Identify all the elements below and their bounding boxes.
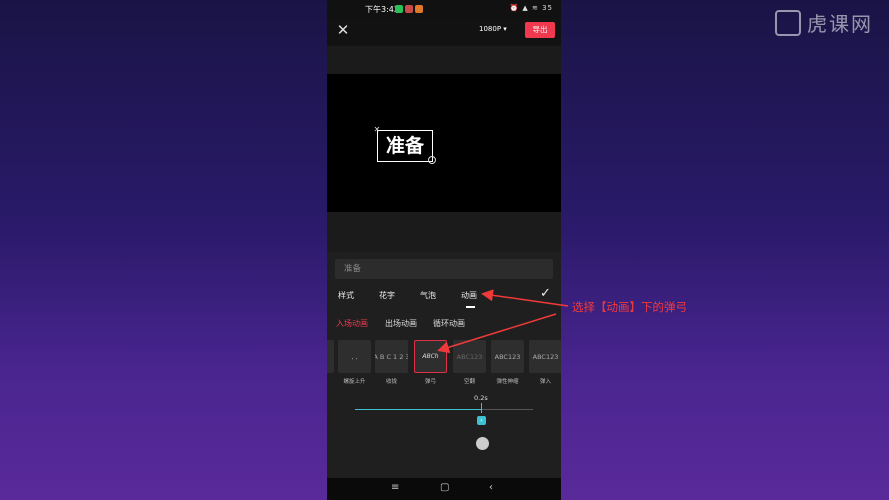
animation-list: 3 , , 螺旋上升 A B C 1 2 3 收拢 ABCh 弹弓 ABC123… (327, 340, 561, 388)
subtab-loop-animation[interactable]: 循环动画 (433, 318, 465, 329)
duration-value: 0.2s (474, 394, 488, 402)
app-notification-icon (395, 5, 403, 13)
status-bar: 下午3:42 ⏰ ▲ ≋ 35 (327, 0, 561, 18)
animation-name: 收拢 (385, 379, 397, 385)
preview-padding-top (327, 46, 561, 74)
duration-slider-fill (355, 409, 481, 410)
tab-style[interactable]: 样式 (338, 290, 354, 301)
status-indicators: ⏰ ▲ ≋ 35 (509, 4, 553, 12)
status-time: 下午3:42 (365, 5, 399, 14)
export-button[interactable]: 导出 (525, 22, 555, 38)
animation-card[interactable]: ABC123 (529, 340, 561, 373)
animation-name: 弹性伸缩 (496, 379, 519, 385)
top-bar: ✕ 1080P ▾ 导出 (327, 18, 561, 46)
animation-card[interactable]: , , (338, 340, 371, 373)
canvas-text-box[interactable]: 准备 (377, 130, 433, 162)
edit-tabs: 样式 花字 气泡 动画 (327, 288, 561, 308)
app-notification-icon (415, 5, 423, 13)
animation-name: 螺旋上升 (343, 379, 366, 385)
duration-slider-pin (481, 403, 482, 413)
animation-card[interactable]: A B C 1 2 3 (375, 340, 408, 373)
text-input[interactable]: 准备 (335, 259, 553, 279)
system-nav-bar: ≡ ▢ ‹ (327, 478, 561, 500)
check-icon[interactable]: ✓ (540, 286, 551, 301)
animation-name: 弹入 (539, 379, 551, 385)
animation-card[interactable]: ABC123 (491, 340, 524, 373)
video-preview[interactable]: 准备 ✕ (327, 74, 561, 212)
status-app-icons (395, 5, 423, 13)
animation-name: 弹弓 (424, 379, 436, 385)
text-edit-panel: 准备 样式 花字 气泡 动画 ✓ 入场动画 出场动画 循环动画 3 , , 螺旋… (327, 252, 561, 478)
text-box-delete-icon[interactable]: ✕ (372, 125, 382, 135)
subtab-enter-animation[interactable]: 入场动画 (336, 318, 368, 329)
animation-card-selected[interactable]: ABCh (414, 340, 447, 373)
watermark: 虎课网 (775, 8, 873, 37)
home-icon[interactable]: ▢ (440, 482, 449, 493)
animation-card[interactable]: ABC123 (453, 340, 486, 373)
back-icon[interactable]: ‹ (489, 482, 493, 493)
resolution-selector[interactable]: 1080P ▾ (479, 25, 507, 33)
watermark-text: 虎课网 (807, 12, 873, 36)
phone-screen: 下午3:42 ⏰ ▲ ≋ 35 ✕ 1080P ▾ 导出 准备 ✕ 准备 样式 … (327, 0, 561, 500)
subtab-exit-animation[interactable]: 出场动画 (385, 318, 417, 329)
tab-bubble[interactable]: 气泡 (420, 290, 436, 301)
rotate-icon[interactable] (428, 156, 436, 164)
preview-padding-bottom (327, 212, 561, 252)
duration-slider-handle[interactable]: › (477, 416, 486, 425)
tab-fancy-text[interactable]: 花字 (379, 290, 395, 301)
annotation-text: 选择【动画】下的弹弓 (572, 300, 687, 314)
floating-circle-button[interactable] (476, 437, 489, 450)
active-tab-indicator (466, 306, 475, 308)
animation-card[interactable]: 3 (327, 340, 334, 373)
app-notification-icon (405, 5, 413, 13)
animation-sub-tabs: 入场动画 出场动画 循环动画 (327, 318, 561, 332)
menu-icon[interactable]: ≡ (391, 482, 399, 493)
watermark-logo-icon (775, 9, 801, 36)
tab-animation[interactable]: 动画 (461, 290, 477, 301)
close-icon[interactable]: ✕ (335, 22, 351, 38)
animation-name: 空翻 (463, 379, 475, 385)
